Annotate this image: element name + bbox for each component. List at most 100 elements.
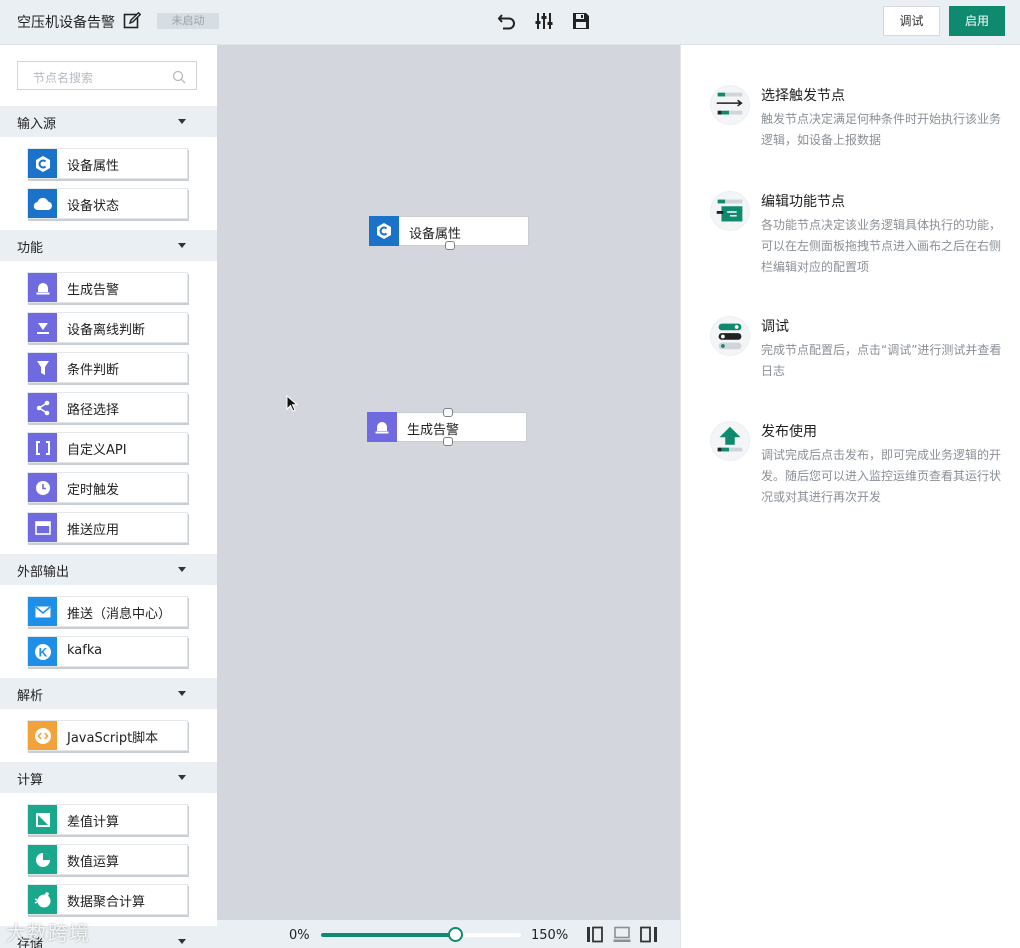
output-port[interactable] [443, 437, 453, 446]
publish-icon [710, 421, 750, 461]
category-label: 功能 [17, 241, 44, 256]
trigger-node-icon [710, 85, 750, 125]
diff-icon [28, 805, 57, 834]
mail-icon [28, 597, 57, 626]
caret-down-icon [178, 119, 186, 124]
node-search-input[interactable]: 节点名搜索 [17, 61, 197, 90]
zoom-min-label: 0% [289, 928, 310, 943]
item-label: 设备离线判断 [67, 323, 146, 338]
palette-item-push-app[interactable]: 推送应用 [27, 512, 188, 543]
edit-icon[interactable] [123, 12, 141, 30]
palette-item-custom-api[interactable]: 自定义API [27, 432, 188, 463]
step-title: 调试 [761, 319, 789, 335]
category-label: 计算 [17, 773, 44, 788]
canvas-node-generate-alarm[interactable]: 生成告警 [367, 408, 527, 446]
search-icon [172, 70, 186, 84]
flow-title: 空压机设备告警 [17, 15, 115, 31]
alarm-icon [367, 412, 397, 442]
palette-item-push-message[interactable]: 推送（消息中心） [27, 596, 188, 627]
palette-item-offline-check[interactable]: 设备离线判断 [27, 312, 188, 343]
caret-down-icon [178, 691, 186, 696]
palette-item-timer[interactable]: 定时触发 [27, 472, 188, 503]
item-label: kafka [67, 643, 103, 658]
palette-item-javascript[interactable]: JavaScript脚本 [27, 720, 188, 751]
alarm-icon [28, 273, 57, 302]
item-label: 数值运算 [67, 855, 120, 870]
step-description: 各功能节点决定该业务逻辑具体执行的功能，可以在左侧面板拖拽节点进入画布之后在右侧… [761, 218, 1002, 274]
code-icon [28, 721, 57, 750]
category-label: 外部输出 [17, 565, 70, 580]
aggregate-icon [28, 885, 57, 914]
step-title: 选择触发节点 [761, 88, 845, 104]
clock-icon [28, 473, 57, 502]
palette-item-kafka[interactable]: K kafka [27, 636, 188, 667]
mouse-cursor-icon [286, 395, 298, 412]
item-label: 差值计算 [67, 815, 120, 830]
item-label: 设备状态 [67, 199, 120, 214]
share-icon [28, 393, 57, 422]
input-port[interactable] [443, 408, 453, 417]
undo-icon[interactable] [497, 11, 517, 31]
caret-down-icon [178, 939, 186, 944]
search-placeholder: 节点名搜索 [33, 71, 94, 85]
palette-item-diff-calc[interactable]: 差值计算 [27, 804, 188, 835]
item-label: 路径选择 [67, 403, 120, 418]
item-label: 数据聚合计算 [67, 895, 146, 910]
caret-down-icon [178, 243, 186, 248]
caret-down-icon [178, 775, 186, 780]
palette-item-device-property[interactable]: 设备属性 [27, 148, 188, 179]
filter-icon [28, 353, 57, 382]
flow-canvas[interactable]: 设备属性 生成告警 [217, 45, 680, 920]
edit-function-node-icon [710, 191, 750, 231]
item-label: 推送应用 [67, 523, 120, 538]
canvas-node-device-property[interactable]: 设备属性 [369, 216, 529, 250]
palette-item-numeric-op[interactable]: 数值运算 [27, 844, 188, 875]
pie-icon [28, 845, 57, 874]
palette-item-path-select[interactable]: 路径选择 [27, 392, 188, 423]
enable-button[interactable]: 启用 [949, 6, 1005, 36]
debug-button[interactable]: 调试 [883, 6, 940, 36]
caret-down-icon [178, 567, 186, 572]
step-title: 编辑功能节点 [761, 194, 845, 210]
fit-screen-icon[interactable] [613, 926, 631, 943]
device-property-icon [28, 149, 57, 178]
category-external-output[interactable]: 外部输出 [0, 554, 217, 585]
category-label: 输入源 [17, 117, 57, 132]
offline-icon [28, 313, 57, 342]
save-icon[interactable] [571, 11, 591, 31]
palette-item-generate-alarm[interactable]: 生成告警 [27, 272, 188, 303]
category-label: 解析 [17, 689, 44, 704]
item-label: 定时触发 [67, 483, 120, 498]
svg-text:K: K [38, 645, 47, 659]
step-title: 发布使用 [761, 424, 817, 440]
cloud-icon [28, 189, 57, 218]
bracket-icon [28, 433, 57, 462]
top-bar: 空压机设备告警 未启动 调试 启用 [0, 0, 1020, 45]
category-compute[interactable]: 计算 [0, 762, 217, 793]
node-palette: 节点名搜索 输入源 设备属性 设备状态 功能 生成告警 设备离线判断 条件判断 … [0, 45, 217, 948]
guide-panel: 选择触发节点 触发节点决定满足何种条件时开始执行该业务逻辑，如设备上报数据 编辑… [681, 45, 1020, 948]
fit-width-icon[interactable] [586, 926, 604, 943]
item-label: 设备属性 [67, 159, 120, 174]
zoom-slider[interactable] [321, 933, 521, 937]
output-port[interactable] [445, 241, 455, 250]
watermark-logo: 大数跨境 [6, 921, 90, 945]
category-input-source[interactable]: 输入源 [0, 106, 217, 137]
settings-sliders-icon[interactable] [534, 11, 554, 31]
step-description: 完成节点配置后，点击“调试”进行测试并查看日志 [761, 343, 1002, 378]
palette-item-aggregate[interactable]: 数据聚合计算 [27, 884, 188, 915]
palette-item-condition[interactable]: 条件判断 [27, 352, 188, 383]
step-description: 触发节点决定满足何种条件时开始执行该业务逻辑，如设备上报数据 [761, 112, 1002, 147]
zoom-slider-handle[interactable] [448, 927, 463, 942]
node-label: 设备属性 [409, 227, 462, 242]
palette-item-device-status[interactable]: 设备状态 [27, 188, 188, 219]
zoom-bar: 0% 150% [217, 920, 680, 948]
zoom-max-label: 150% [531, 928, 569, 943]
app-icon [28, 513, 57, 542]
item-label: 生成告警 [67, 283, 120, 298]
category-function[interactable]: 功能 [0, 230, 217, 261]
category-parse[interactable]: 解析 [0, 678, 217, 709]
item-label: 条件判断 [67, 363, 120, 378]
item-label: 推送（消息中心） [67, 607, 172, 622]
fit-panel-icon[interactable] [640, 926, 658, 943]
